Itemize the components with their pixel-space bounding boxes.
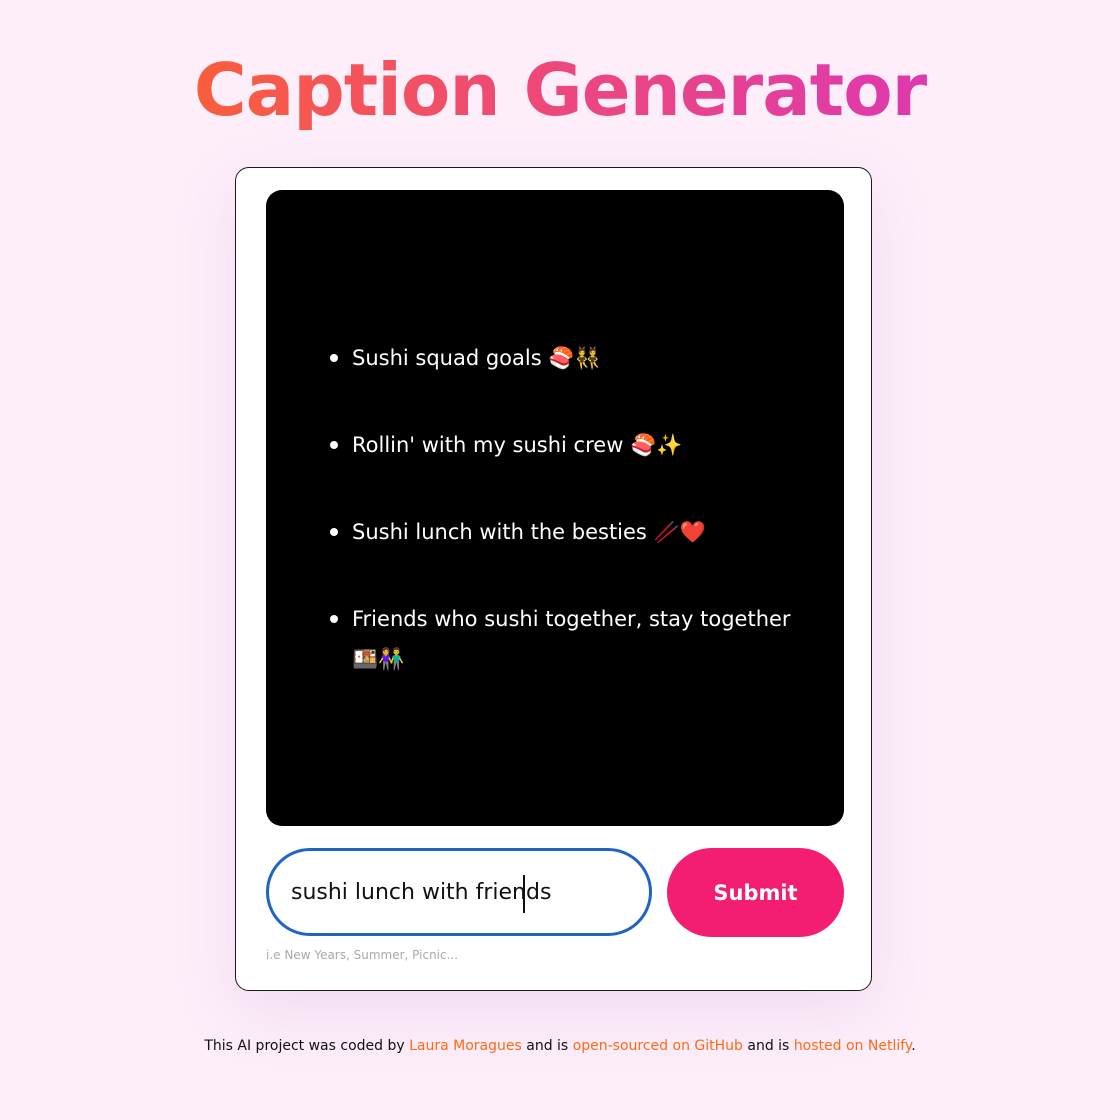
caption-output-panel: Sushi squad goals 🍣👯 Rollin' with my sus…	[266, 190, 844, 826]
caption-item: Rollin' with my sushi crew 🍣✨	[328, 425, 808, 465]
caption-text: Sushi lunch with the besties	[352, 520, 647, 544]
caption-text: Friends who sushi together, stay togethe…	[352, 607, 791, 631]
footer-suffix: .	[911, 1038, 916, 1054]
github-link[interactable]: open-sourced on GitHub	[573, 1038, 743, 1054]
caption-text: Rollin' with my sushi crew	[352, 433, 624, 457]
netlify-link[interactable]: hosted on Netlify	[794, 1038, 911, 1054]
caption-item: Friends who sushi together, stay togethe…	[328, 599, 808, 679]
caption-text: Sushi squad goals	[352, 346, 542, 370]
submit-button[interactable]: Submit	[667, 848, 844, 937]
caption-item: Sushi squad goals 🍣👯	[328, 338, 808, 378]
caption-emoji: 🍣👯	[548, 346, 601, 370]
footer-middle2: and is	[747, 1038, 790, 1054]
input-hint: i.e New Years, Summer, Picnic...	[266, 948, 459, 962]
caption-emoji: 🥢❤️	[653, 520, 706, 544]
footer-prefix: This AI project was coded by	[204, 1038, 405, 1054]
topic-input[interactable]	[291, 869, 621, 915]
caption-item: Sushi lunch with the besties 🥢❤️	[328, 512, 808, 552]
caption-list: Sushi squad goals 🍣👯 Rollin' with my sus…	[328, 338, 808, 726]
caption-emoji: 🍣✨	[630, 433, 683, 457]
text-caret	[523, 875, 525, 913]
author-link[interactable]: Laura Moragues	[409, 1038, 522, 1054]
page-title: Caption Generator	[0, 42, 1120, 138]
generator-card: Sushi squad goals 🍣👯 Rollin' with my sus…	[235, 167, 872, 991]
footer-middle: and is	[526, 1038, 569, 1054]
caption-emoji: 🍱👫	[352, 647, 405, 671]
topic-input-wrapper[interactable]	[266, 848, 652, 936]
footer: This AI project was coded by Laura Morag…	[0, 1038, 1120, 1054]
